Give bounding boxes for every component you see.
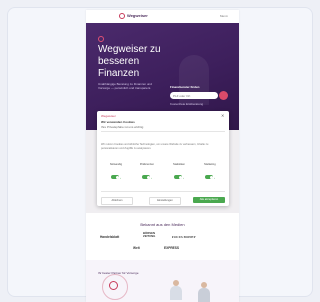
search-label: Finanzberater finden bbox=[170, 85, 200, 89]
dialog-subtitle: Ihre Privatsphäre ist uns wichtig bbox=[101, 125, 144, 129]
marketing-toggle[interactable] bbox=[205, 175, 213, 179]
advisor-photo bbox=[170, 280, 182, 300]
category-necessary: Notwendig › bbox=[103, 163, 129, 184]
info-icon[interactable]: › bbox=[214, 176, 215, 180]
search-note: Kostenfreie Erstberatung bbox=[170, 102, 204, 106]
divider bbox=[101, 191, 225, 192]
category-label: Marketing bbox=[204, 163, 216, 166]
hero-subtitle: Unabhängige Beratung zu Finanzen und Vor… bbox=[98, 82, 152, 90]
category-statistics: Statistiken › bbox=[166, 163, 192, 184]
preferences-toggle[interactable] bbox=[142, 175, 150, 179]
settings-button[interactable]: Einstellungen bbox=[149, 197, 181, 205]
dialog-title: Wir verwenden Cookies bbox=[101, 120, 135, 124]
category-label: Präferenzen bbox=[139, 163, 155, 166]
site-logo[interactable]: Wegweiser bbox=[127, 13, 148, 18]
press-logo: BÖRSEN ZEITUNG bbox=[143, 231, 156, 239]
necessary-toggle[interactable] bbox=[111, 175, 119, 179]
category-preferences: Präferenzen › bbox=[134, 163, 160, 184]
press-logo: EXPRESS bbox=[164, 246, 180, 250]
logo-icon bbox=[119, 13, 125, 19]
press-section-title: Bekannt aus den Medien bbox=[140, 222, 185, 227]
info-icon[interactable]: › bbox=[151, 176, 152, 180]
dialog-brand: Wegweiser bbox=[101, 114, 116, 118]
press-logo: FOCUS MONEY bbox=[172, 235, 196, 239]
close-icon[interactable]: ✕ bbox=[221, 113, 224, 118]
accept-all-button[interactable]: Alle akzeptieren bbox=[193, 197, 225, 203]
top-bar: Wegweiser Menü bbox=[86, 10, 239, 23]
cookie-consent-dialog: Wegweiser ✕ Wir verwenden Cookies Ihre P… bbox=[97, 111, 229, 206]
statistics-toggle[interactable] bbox=[174, 175, 182, 179]
hero-title: Wegweiser zu besseren Finanzen bbox=[98, 44, 161, 79]
dialog-body: Wir nutzen Cookies und ähnliche Technolo… bbox=[101, 143, 209, 150]
category-marketing: Marketing › bbox=[197, 163, 223, 184]
divider bbox=[101, 131, 225, 132]
mobile-page-preview: Wegweiser Menü Wegweiser zu besseren Fin… bbox=[86, 10, 239, 302]
press-logo: Handelsblatt bbox=[100, 235, 120, 239]
category-label: Statistiken bbox=[173, 163, 185, 166]
menu-button[interactable]: Menü bbox=[220, 14, 228, 18]
info-icon[interactable]: › bbox=[120, 176, 121, 180]
info-icon[interactable]: › bbox=[183, 176, 184, 180]
search-button[interactable] bbox=[219, 91, 228, 100]
lock-icon bbox=[109, 281, 118, 290]
advisor-photo bbox=[198, 282, 210, 302]
partner-section: Ihr bester Partner für Vorsorge bbox=[86, 260, 239, 302]
reject-button[interactable]: Ablehnen bbox=[101, 197, 133, 205]
location-search-input[interactable] bbox=[170, 92, 218, 99]
category-label: Notwendig bbox=[109, 163, 123, 166]
location-pin-icon bbox=[98, 36, 104, 42]
press-logo: Welt bbox=[133, 246, 140, 250]
